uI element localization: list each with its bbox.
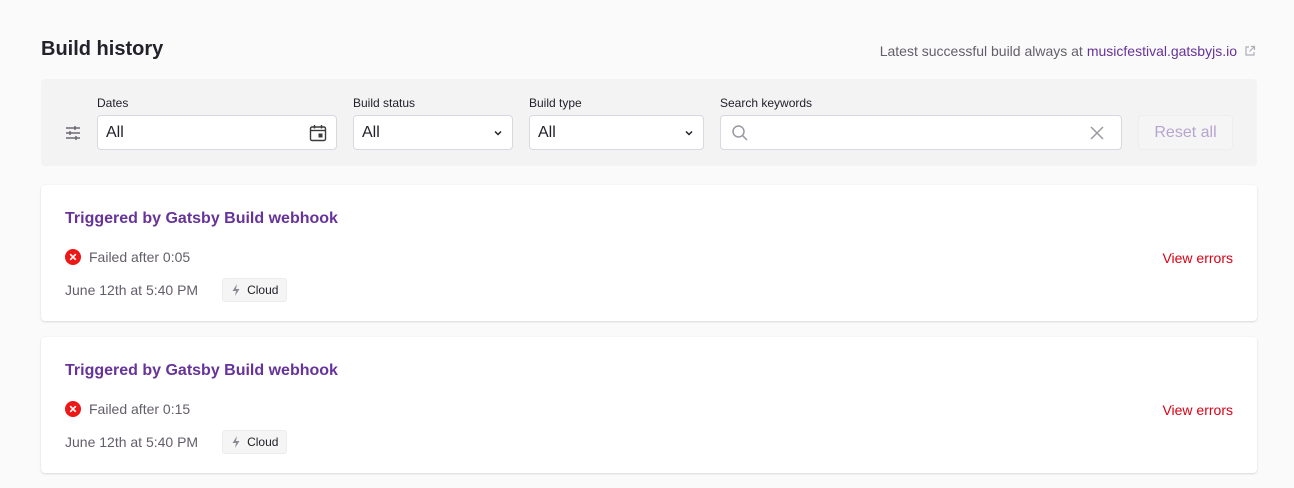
- build-status-select[interactable]: All: [353, 115, 513, 150]
- latest-build-link[interactable]: musicfestival.gatsbyjs.io: [1087, 43, 1237, 59]
- dates-value: All: [106, 123, 124, 141]
- view-errors-link[interactable]: View errors: [1162, 250, 1233, 266]
- search-keywords-input[interactable]: [720, 115, 1122, 150]
- build-status-value: All: [362, 123, 380, 141]
- build-date: June 12th at 5:40 PM: [65, 434, 199, 450]
- latest-build-info: Latest successful build always at musicf…: [880, 43, 1256, 59]
- build-card: Triggered by Gatsby Build webhook Failed…: [41, 185, 1257, 321]
- chevron-down-icon: [494, 130, 502, 136]
- clear-icon[interactable]: [1089, 125, 1105, 141]
- filter-bar: Dates All Build status All Build type Al…: [41, 79, 1257, 166]
- build-title-link[interactable]: Triggered by Gatsby Build webhook: [65, 210, 338, 228]
- failed-icon: [65, 401, 81, 417]
- build-type-select[interactable]: All: [529, 115, 704, 150]
- build-status-row: Failed after 0:15: [65, 401, 190, 417]
- build-status-text: Failed after 0:15: [89, 401, 191, 417]
- build-meta-row: June 12th at 5:40 PM Cloud: [65, 430, 288, 454]
- build-meta-row: June 12th at 5:40 PM Cloud: [65, 278, 288, 302]
- external-link-icon[interactable]: [1244, 45, 1256, 57]
- dates-label: Dates: [97, 96, 129, 110]
- build-type-badge-label: Cloud: [247, 283, 279, 297]
- build-type-badge: Cloud: [222, 430, 288, 454]
- search-icon: [732, 124, 748, 141]
- dates-field[interactable]: All: [97, 115, 337, 150]
- chevron-down-icon: [685, 130, 693, 136]
- page-title: Build history: [41, 38, 164, 60]
- build-card: Triggered by Gatsby Build webhook Failed…: [41, 337, 1257, 473]
- build-type-value: All: [538, 123, 556, 141]
- sliders-icon: [66, 126, 80, 140]
- bolt-icon: [232, 284, 240, 296]
- view-errors-link[interactable]: View errors: [1162, 402, 1233, 418]
- search-keywords-label: Search keywords: [720, 96, 813, 110]
- build-title-link[interactable]: Triggered by Gatsby Build webhook: [65, 362, 338, 380]
- build-type-badge-label: Cloud: [247, 435, 279, 449]
- bolt-icon: [232, 436, 240, 448]
- latest-build-prefix: Latest successful build always at: [879, 43, 1083, 59]
- calendar-icon[interactable]: [308, 123, 328, 143]
- build-status-row: Failed after 0:05: [65, 249, 190, 265]
- failed-icon: [65, 249, 81, 265]
- build-status-label: Build status: [353, 96, 416, 110]
- build-type-badge: Cloud: [222, 278, 288, 302]
- build-type-label: Build type: [529, 96, 582, 110]
- build-status-text: Failed after 0:05: [89, 249, 191, 265]
- reset-all-button[interactable]: Reset all: [1138, 115, 1233, 150]
- build-date: June 12th at 5:40 PM: [65, 282, 199, 298]
